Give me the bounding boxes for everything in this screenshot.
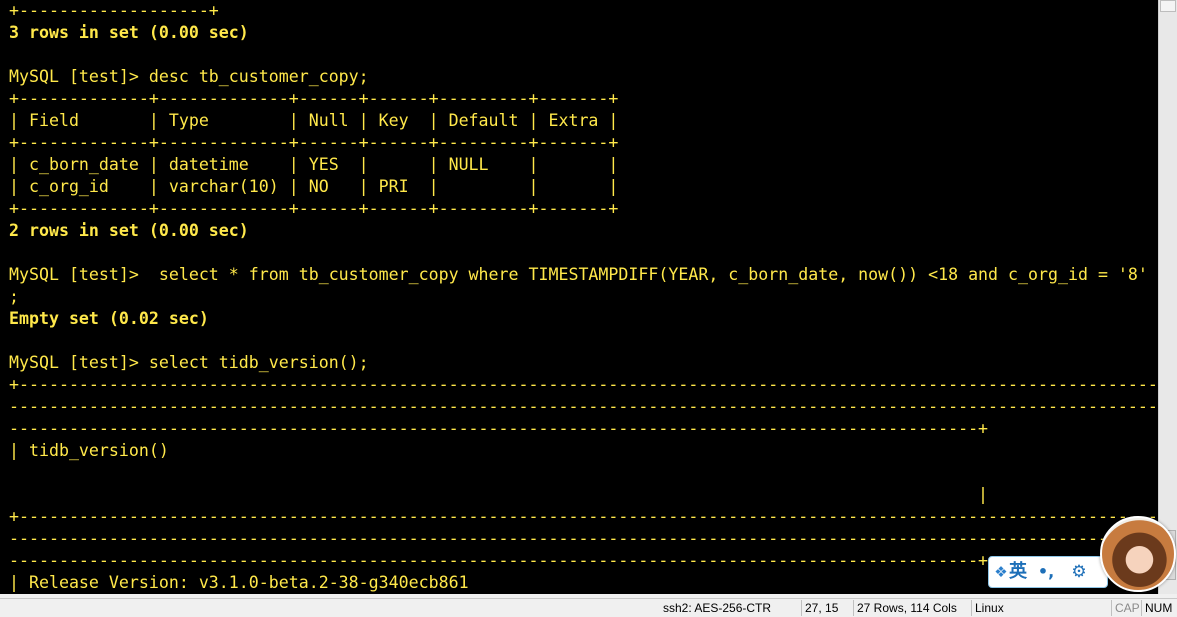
ime-avatar[interactable] bbox=[1100, 516, 1176, 592]
terminal-output: +-------------------+ 3 rows in set (0.00… bbox=[9, 0, 1158, 594]
terminal-line: +---------------------------------------… bbox=[9, 507, 1158, 526]
terminal-line: MySQL [test]> select tidb_version(); bbox=[9, 353, 369, 372]
terminal-line: ; bbox=[9, 287, 19, 306]
terminal-line: MySQL [test]> select * from tb_customer_… bbox=[9, 265, 1148, 284]
terminal-line: | bbox=[9, 485, 989, 504]
terminal-line: +-------------+-------------+------+----… bbox=[9, 89, 619, 108]
terminal-line: 3 rows in set (0.00 sec) bbox=[9, 23, 249, 42]
terminal-line: +-------------+-------------+------+----… bbox=[9, 133, 619, 152]
status-caps-lock: CAP bbox=[1111, 600, 1141, 616]
status-terminal-size: 27 Rows, 114 Cols bbox=[853, 600, 971, 616]
terminal-line: | c_org_id | varchar(10) | NO | PRI | | … bbox=[9, 177, 619, 196]
status-cursor-position: 27, 15 bbox=[801, 600, 853, 616]
terminal-line: MySQL [test]> desc tb_customer_copy; bbox=[9, 67, 369, 86]
terminal-line: +-------------------+ bbox=[9, 1, 219, 20]
ime-toolbar[interactable]: ❖ 英 •, ⚙ bbox=[988, 556, 1108, 588]
terminal-line: | Release Version: v3.1.0-beta.2-38-g340… bbox=[9, 573, 469, 592]
status-os: Linux bbox=[971, 600, 1113, 616]
terminal-line: ----------------------------------------… bbox=[9, 419, 989, 438]
terminal-line: ----------------------------------------… bbox=[9, 551, 989, 570]
terminal-line: Empty set (0.02 sec) bbox=[9, 309, 209, 328]
terminal-line: ----------------------------------------… bbox=[9, 529, 1158, 548]
scroll-up-arrow[interactable] bbox=[1160, 0, 1176, 12]
terminal-line: ----------------------------------------… bbox=[9, 397, 1158, 416]
terminal-line: | c_born_date | datetime | YES | | NULL … bbox=[9, 155, 619, 174]
ime-language-toggle[interactable]: 英 bbox=[1007, 561, 1029, 583]
status-cipher: ssh2: AES-256-CTR bbox=[663, 601, 772, 615]
terminal-line: +-------------+-------------+------+----… bbox=[9, 199, 619, 218]
ssh-terminal-window: +-------------------+ 3 rows in set (0.00… bbox=[0, 0, 1177, 617]
status-bar: ssh2: AES-256-CTR 27, 15 27 Rows, 114 Co… bbox=[0, 598, 1177, 617]
terminal-line: 2 rows in set (0.00 sec) bbox=[9, 221, 249, 240]
vertical-scrollbar[interactable] bbox=[1158, 0, 1177, 594]
terminal-screen[interactable]: +-------------------+ 3 rows in set (0.00… bbox=[0, 0, 1158, 594]
terminal-line: +---------------------------------------… bbox=[9, 375, 1158, 394]
status-num-lock: NUM bbox=[1141, 600, 1177, 616]
terminal-line: | Field | Type | Null | Key | Default | … bbox=[9, 111, 619, 130]
terminal-line: | tidb_version() bbox=[9, 441, 169, 460]
gear-icon[interactable]: ⚙ bbox=[1069, 561, 1089, 583]
ime-punctuation-toggle[interactable]: •, bbox=[1037, 561, 1055, 583]
